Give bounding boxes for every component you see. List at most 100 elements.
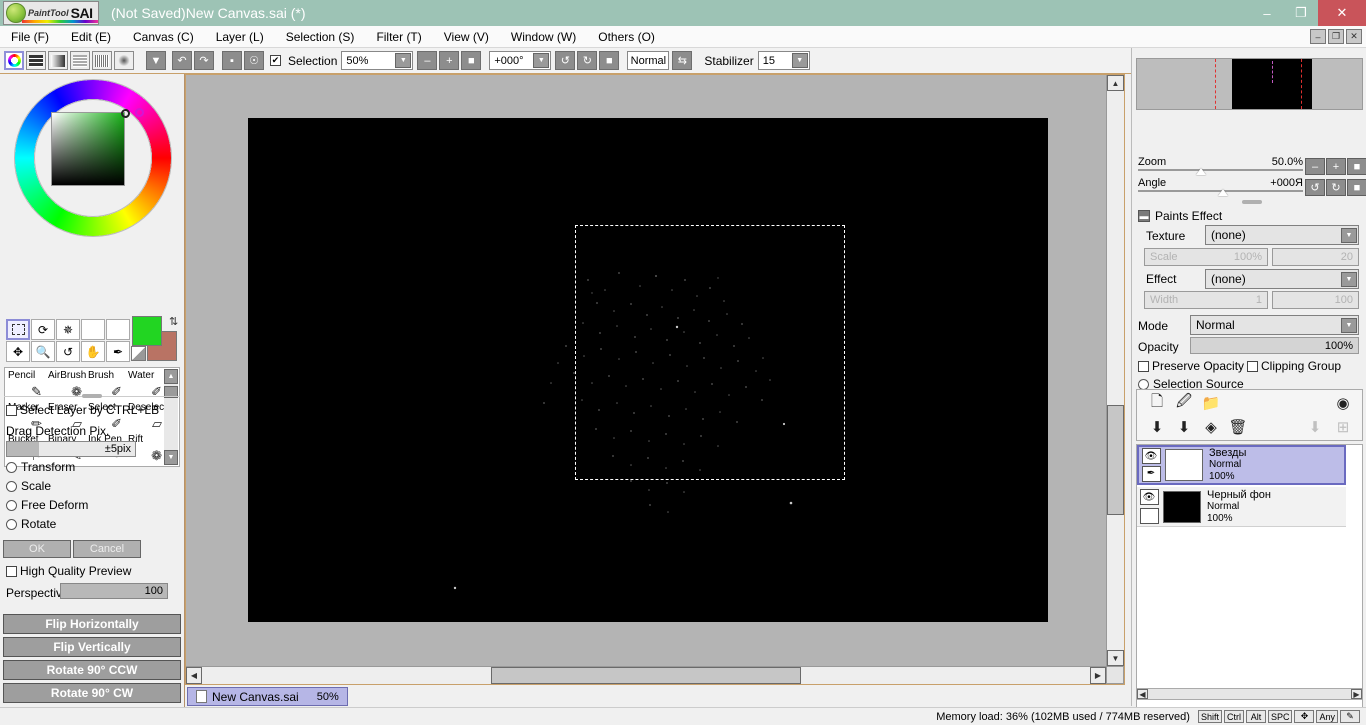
canvas-scroll-up-icon[interactable]: ▲: [1107, 75, 1124, 91]
canvas-hscroll-thumb[interactable]: [491, 667, 801, 684]
color-mixer-mode-icon[interactable]: [70, 51, 90, 70]
menu-filter[interactable]: Filter (T): [365, 26, 432, 48]
navigator-preview[interactable]: [1136, 58, 1363, 110]
menu-layer[interactable]: Layer (L): [205, 26, 275, 48]
perspective-slider[interactable]: 100: [60, 583, 168, 599]
nav-rotate-reset-button[interactable]: ■: [1347, 179, 1366, 196]
right-panel-grabber[interactable]: [1242, 200, 1262, 204]
menu-view[interactable]: View (V): [433, 26, 500, 48]
canvas-scroll-left-icon[interactable]: ◀: [186, 667, 202, 684]
texture-chevron-down-icon[interactable]: ▼: [1341, 227, 1357, 243]
merge-visible-icon[interactable]: ⬇: [1174, 417, 1194, 437]
effect-width-field[interactable]: Width 1: [1144, 291, 1268, 309]
nav-rotate-ccw-button[interactable]: ↺: [1305, 179, 1325, 196]
menu-file[interactable]: File (F): [0, 26, 60, 48]
canvas-scroll-down-icon[interactable]: ▼: [1107, 650, 1124, 666]
layer-mode-combo[interactable]: Normal ▼: [1190, 315, 1359, 335]
tool-blank-2[interactable]: [106, 319, 130, 340]
panel-grabber[interactable]: [82, 394, 102, 398]
texture-amount-field[interactable]: 20: [1272, 248, 1359, 266]
clear-layer-icon[interactable]: ◈: [1201, 417, 1221, 437]
nav-rotate-cw-button[interactable]: ↻: [1326, 179, 1346, 196]
mdi-close-button[interactable]: ✕: [1346, 29, 1362, 44]
menu-window[interactable]: Window (W): [500, 26, 587, 48]
opacity-slider[interactable]: 100%: [1190, 337, 1359, 354]
tool-zoom-icon[interactable]: 🔍: [31, 341, 55, 362]
radio-scale[interactable]: Scale: [6, 479, 51, 493]
tool-move-icon[interactable]: ✥: [6, 341, 30, 362]
brush-list-scrollbar[interactable]: ▲ ▼: [164, 369, 178, 465]
radio-rotate[interactable]: Rotate: [6, 517, 56, 531]
high-quality-preview-checkbox[interactable]: High Quality Preview: [6, 564, 131, 578]
effect-chevron-down-icon[interactable]: ▼: [1341, 271, 1357, 287]
tool-blank-1[interactable]: [81, 319, 105, 340]
scratchpad-mode-icon[interactable]: [114, 51, 134, 70]
canvas-area[interactable]: ▲ ▼ ◀ ▶: [185, 74, 1125, 685]
toolbar-dropdown-button[interactable]: ▼: [146, 51, 166, 70]
radio-transform[interactable]: Transform: [6, 460, 75, 474]
layer-visibility-eye-icon[interactable]: 👁: [1141, 448, 1161, 465]
menu-selection[interactable]: Selection (S): [275, 26, 366, 48]
primary-color-swatch[interactable]: [132, 316, 162, 346]
zoom-reset-button[interactable]: ■: [461, 51, 482, 70]
blend-mode-display[interactable]: Normal: [627, 51, 670, 70]
collapse-minus-icon[interactable]: ▬: [1138, 210, 1150, 222]
stabilizer-combo[interactable]: 15 ▼: [757, 51, 810, 70]
stabilizer-chevron-down-icon[interactable]: ▼: [791, 53, 808, 68]
menu-others[interactable]: Others (O): [587, 26, 666, 48]
layer-row-black-background[interactable]: 👁 Черный фон Normal 100%: [1137, 487, 1346, 527]
effect-amount-field[interactable]: 100: [1272, 291, 1359, 309]
zoom-combo[interactable]: 50% ▼: [341, 51, 414, 70]
color-sv-square[interactable]: [51, 112, 125, 186]
selection-marquee[interactable]: [575, 225, 845, 480]
tool-eyedropper-icon[interactable]: ✒: [106, 341, 130, 362]
undo-button[interactable]: ↶: [172, 51, 192, 70]
nav-zoom-in-button[interactable]: +: [1326, 158, 1346, 175]
rotate-ccw-button[interactable]: ↺: [555, 51, 576, 70]
preserve-opacity-checkbox[interactable]: Preserve Opacity: [1138, 359, 1244, 373]
texture-combo[interactable]: (none) ▼: [1205, 225, 1359, 245]
layer-scroll-right-icon[interactable]: ▶: [1351, 689, 1362, 699]
layer-list-horizontal-scrollbar[interactable]: ◀ ▶: [1136, 688, 1363, 700]
new-layer-icon[interactable]: 🗋: [1147, 393, 1167, 413]
clear-selection-button[interactable]: ▪: [222, 51, 242, 70]
layer-row-stars[interactable]: 👁 ✒ Звезды Normal 100%: [1137, 445, 1346, 485]
invert-selection-button[interactable]: ☉: [244, 51, 264, 70]
menu-canvas[interactable]: Canvas (C): [122, 26, 205, 48]
texture-scale-field[interactable]: Scale 100%: [1144, 248, 1268, 266]
navigator-angle-thumb[interactable]: [1218, 189, 1228, 196]
mdi-minimize-button[interactable]: –: [1310, 29, 1326, 44]
select-layer-ctrl-checkbox[interactable]: Select Layer by CTRL+LB: [6, 403, 159, 417]
color-wheel-mode-icon[interactable]: [4, 51, 24, 70]
window-maximize-button[interactable]: ❐: [1284, 0, 1318, 26]
tool-rect-select-icon[interactable]: [6, 319, 30, 340]
layer-mask-icon[interactable]: ◉: [1333, 393, 1353, 413]
canvas-horizontal-scrollbar[interactable]: ◀ ▶: [186, 666, 1106, 684]
merge-down-icon[interactable]: ⬇: [1147, 417, 1167, 437]
tool-rotate-icon[interactable]: ↺: [56, 341, 80, 362]
window-close-button[interactable]: ✕: [1318, 0, 1366, 26]
brush-scroll-down-icon[interactable]: ▼: [164, 450, 178, 465]
effect-combo[interactable]: (none) ▼: [1205, 269, 1359, 289]
selection-checkbox[interactable]: ✔ Selection: [270, 54, 341, 68]
rotate-90-cw-button[interactable]: Rotate 90° CW: [3, 683, 181, 703]
canvas-scroll-right-icon[interactable]: ▶: [1090, 667, 1106, 684]
layer-mode-chevron-down-icon[interactable]: ▼: [1341, 317, 1357, 333]
brush-scroll-up-icon[interactable]: ▲: [164, 369, 178, 384]
clipping-group-checkbox[interactable]: Clipping Group: [1247, 359, 1341, 373]
mdi-restore-button[interactable]: ❐: [1328, 29, 1344, 44]
angle-combo-chevron-down-icon[interactable]: ▼: [533, 53, 550, 68]
zoom-combo-chevron-down-icon[interactable]: ▼: [395, 53, 412, 68]
layer-visibility-eye-icon[interactable]: 👁: [1139, 489, 1159, 506]
canvas-vertical-scrollbar[interactable]: ▲ ▼: [1106, 75, 1124, 666]
nav-zoom-out-button[interactable]: –: [1305, 158, 1325, 175]
radio-free-deform[interactable]: Free Deform: [6, 498, 88, 512]
tool-magic-wand-icon[interactable]: ✵: [56, 319, 80, 340]
redo-button[interactable]: ↷: [194, 51, 214, 70]
rotate-cw-button[interactable]: ↻: [577, 51, 598, 70]
layer-selection-pen-icon[interactable]: ✒: [1141, 465, 1161, 482]
layer-scroll-left-icon[interactable]: ◀: [1137, 689, 1148, 699]
delete-layer-icon[interactable]: 🗑: [1228, 417, 1248, 437]
window-minimize-button[interactable]: –: [1250, 0, 1284, 26]
swap-colors-icon[interactable]: ⇅: [169, 315, 178, 328]
